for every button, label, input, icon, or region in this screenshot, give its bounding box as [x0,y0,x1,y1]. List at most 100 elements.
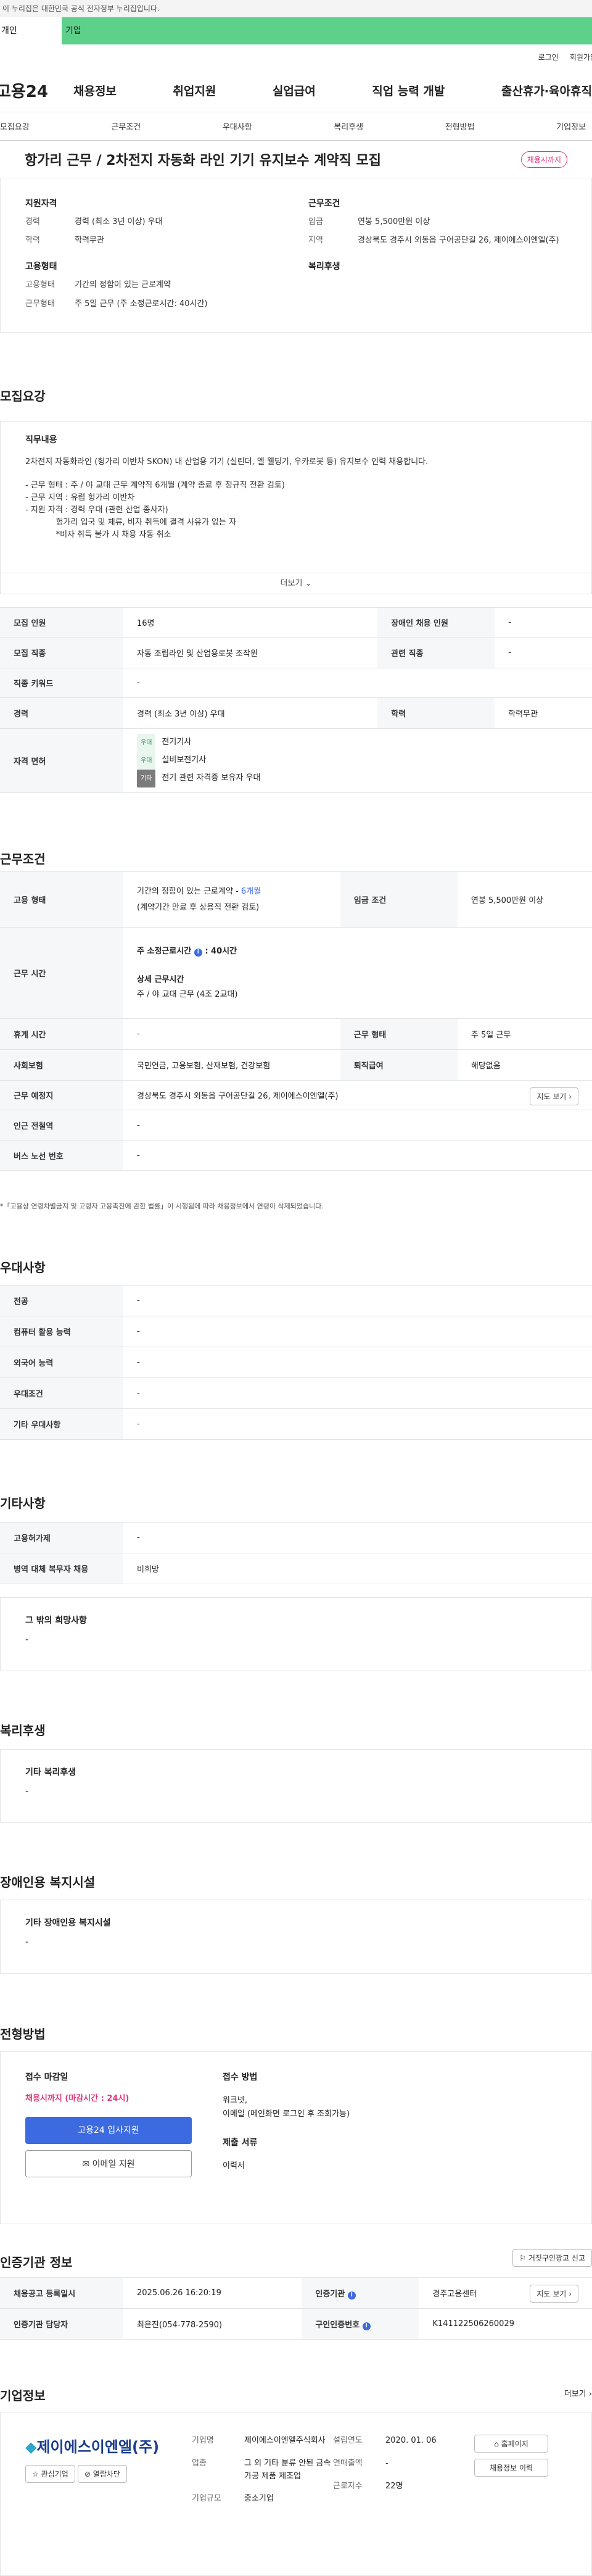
job-history-button[interactable]: 채용정보 이력 [474,2459,548,2477]
menu-jobs[interactable]: 채용정보 [73,82,117,99]
license-name: 전기기사 [162,737,192,747]
company-key: 업종 [192,2458,207,2468]
email-apply-button[interactable]: ✉ 이메일 지원 [25,2150,192,2177]
tab-company[interactable]: 기업정보 [556,120,586,132]
table-row: 버스 노선 번호 - [0,1141,592,1171]
method-value: 이메일 (메인화면 로그인 후 조회가능) [223,2109,350,2119]
table-key: 자격 면허 [0,728,123,793]
info-icon[interactable]: i [362,2322,371,2330]
menu-employment-support[interactable]: 취업지원 [173,82,216,99]
table-row: 고용 형태 기간의 정함이 있는 근로계약 - 6개월 (계약기간 만료 후 상… [0,871,592,928]
license-name: 전기 관련 자격증 보유자 우대 [162,773,261,783]
table-key: 임금 조건 [340,871,458,928]
table-value: 국민연금, 고용보험, 산재보험, 건강보험 [123,1049,340,1081]
apply-button[interactable]: 고용24 입사지원 [25,2117,192,2144]
table-key: 경력 [0,697,123,729]
table-row: 직종 키워드 - [0,668,592,698]
chevron-right-icon: › [569,1092,572,1101]
table-value: K141122506260029 [419,2308,592,2340]
emp-type-note: (계약기간 만료 후 상용직 전환 검토) [137,902,260,912]
detail-hours-label: 상세 근무시간 [137,974,184,984]
tab-personal[interactable]: 개인 [0,17,62,44]
table-value: - [495,607,592,638]
site-logo[interactable]: 고용24 [0,79,73,102]
table-row: 사회보험 국민연금, 고용보험, 산재보험, 건강보험 퇴직급여 해당없음 [0,1049,592,1081]
tab-welfare[interactable]: 복리후생 [334,120,363,132]
report-button[interactable]: ⚐ 거짓구인광고 신고 [512,2249,592,2267]
table-row: 경력 경력 (최소 3년 이상) 우대 학력 학력무관 [0,697,592,729]
tab-selection[interactable]: 전형방법 [445,120,475,132]
table-value: - [495,637,592,668]
table-value: 주 5일 근무 [457,1018,592,1050]
table-value: - [123,1316,592,1347]
homepage-button[interactable]: ⌂ 홈페이지 [474,2435,548,2453]
recruit-section: 모집요강 [0,386,592,404]
apply-box: 접수 마감일 채용시까지 (마감시간 : 24시) 고용24 입사지원 ✉ 이메… [0,2051,592,2224]
duty-heading: 직무내용 [25,435,57,445]
section-title: 모집요강 [0,389,46,404]
agency-table: 채용공고 등록일시 2025.06.26 16:20:19 인증기관 i 경주고… [0,2277,592,2340]
home-icon: ⌂ [494,2440,499,2448]
utility-bar: 로그인 회원가입 [0,44,592,69]
summary-heading: 지원자격 [25,199,57,209]
duty-line: *비자 취득 불가 시 채용 자동 취소 [25,530,171,540]
docs-heading: 제출 서류 [223,2137,258,2148]
section-title: 복리후생 [0,1723,46,1738]
company-row: 기업명 제이에스이엔엘주식회사 [192,2435,333,2448]
star-icon: ☆ [32,2470,39,2478]
block-view-button[interactable]: ⊘ 열람차단 [77,2465,127,2483]
menu-unemployment-benefit[interactable]: 실업급여 [273,82,316,99]
summary-heading: 근무조건 [308,199,340,209]
summary-qualification: 지원자격 경력 경력 (최소 3년 이상) 우대 학력 학력무관 [25,191,284,254]
block-icon: ⊘ [84,2470,91,2478]
company-value: 제이에스이엔엘주식회사 [244,2436,326,2445]
login-link[interactable]: 로그인 [538,52,559,62]
age-note: *「고용상 연령차별금지 및 고령자 고용촉진에 관한 법률」이 시행됨에 따라… [0,1202,324,1210]
etc-table: 고용허가제 - 병역 대체 복무자 채용 비희망 [0,1522,592,1584]
detail-hours-value: 주 / 야 교대 근무 (4조 2교대) [137,989,238,999]
report-label: 거짓구인광고 신고 [528,2254,585,2262]
license-tag: 기타 [137,770,156,787]
summary-value: 경력 (최소 3년 이상) 우대 [75,217,163,226]
company-row: 기업규모 중소기업 [192,2493,333,2506]
duty-line: 2차전지 자동화라인 (헝가리 이반차 SKON) 내 산업용 기기 (실린더,… [25,457,429,467]
table-value: 연봉 5,500만원 이상 [457,871,592,928]
table-key: 고용 형태 [0,871,123,928]
more-label: 더보기 [564,2390,586,2399]
table-key: 관련 직종 [377,637,495,668]
favorite-company-button[interactable]: ☆ 관심기업 [25,2465,75,2483]
company-row: 근로자수 22명 [333,2480,474,2493]
method-heading: 접수 방법 [223,2072,258,2082]
section-tabs: 모집요강 근무조건 우대사항 복리후생 전형방법 기업정보 [0,112,592,141]
menu-parental-leave[interactable]: 출산휴가·육아휴직 [501,82,592,99]
company-more-link[interactable]: 더보기 › [564,2387,592,2399]
company-row: 설립연도 2020. 01. 06 [333,2435,474,2448]
tab-company[interactable]: 기업 [62,17,592,44]
table-value: 자동 조립라인 및 산업용로봇 조작원 [123,637,378,668]
menu-vocational-training[interactable]: 직업 능력 개발 [372,82,445,99]
info-icon[interactable]: i [194,948,202,957]
signup-link[interactable]: 회원가입 [570,52,592,62]
summary-row: 고용형태 기간의 정함이 있는 근로계약 [25,280,284,291]
more-button[interactable]: 더보기 ⌄ [1,572,591,594]
tab-work-conditions[interactable]: 근무조건 [111,120,141,132]
license-tag: 우대 [137,734,156,752]
map-button[interactable]: 지도 보기 › [530,1087,578,1105]
table-value: 주 소정근로시간 i : 40시간 상세 근무시간 주 / 야 교대 근무 (4… [123,927,592,1019]
tab-preferences[interactable]: 우대사항 [223,120,252,132]
job-header: 항가리 근무 / 2차전지 자동화 라인 기기 유지보수 계약직 모집 채용시까… [0,141,592,178]
deadline-heading: 접수 마감일 [25,2072,68,2082]
table-value: - [123,1347,592,1378]
recruit-table: 모집 인원 16명 장애인 채용 인원 - 모집 직종 자동 조립라인 및 산업… [0,607,592,793]
license-item: 우대 전기기사 [137,734,578,752]
agency-map-button[interactable]: 지도 보기 › [530,2285,578,2303]
apply-left: 접수 마감일 채용시까지 (마감시간 : 24시) 고용24 입사지원 ✉ 이메… [25,2071,223,2203]
summary-welfare: 복리후생 [308,254,567,317]
map-label: 지도 보기 [536,1092,567,1101]
company-value: 중소기업 [244,2494,274,2504]
deadline-value: 채용시까지 (마감시간 : 24시) [25,2094,130,2103]
company-key: 기업규모 [192,2494,221,2504]
table-key: 채용공고 등록일시 [0,2277,123,2309]
info-icon[interactable]: i [347,2291,356,2300]
tab-recruit[interactable]: 모집요강 [0,120,30,132]
